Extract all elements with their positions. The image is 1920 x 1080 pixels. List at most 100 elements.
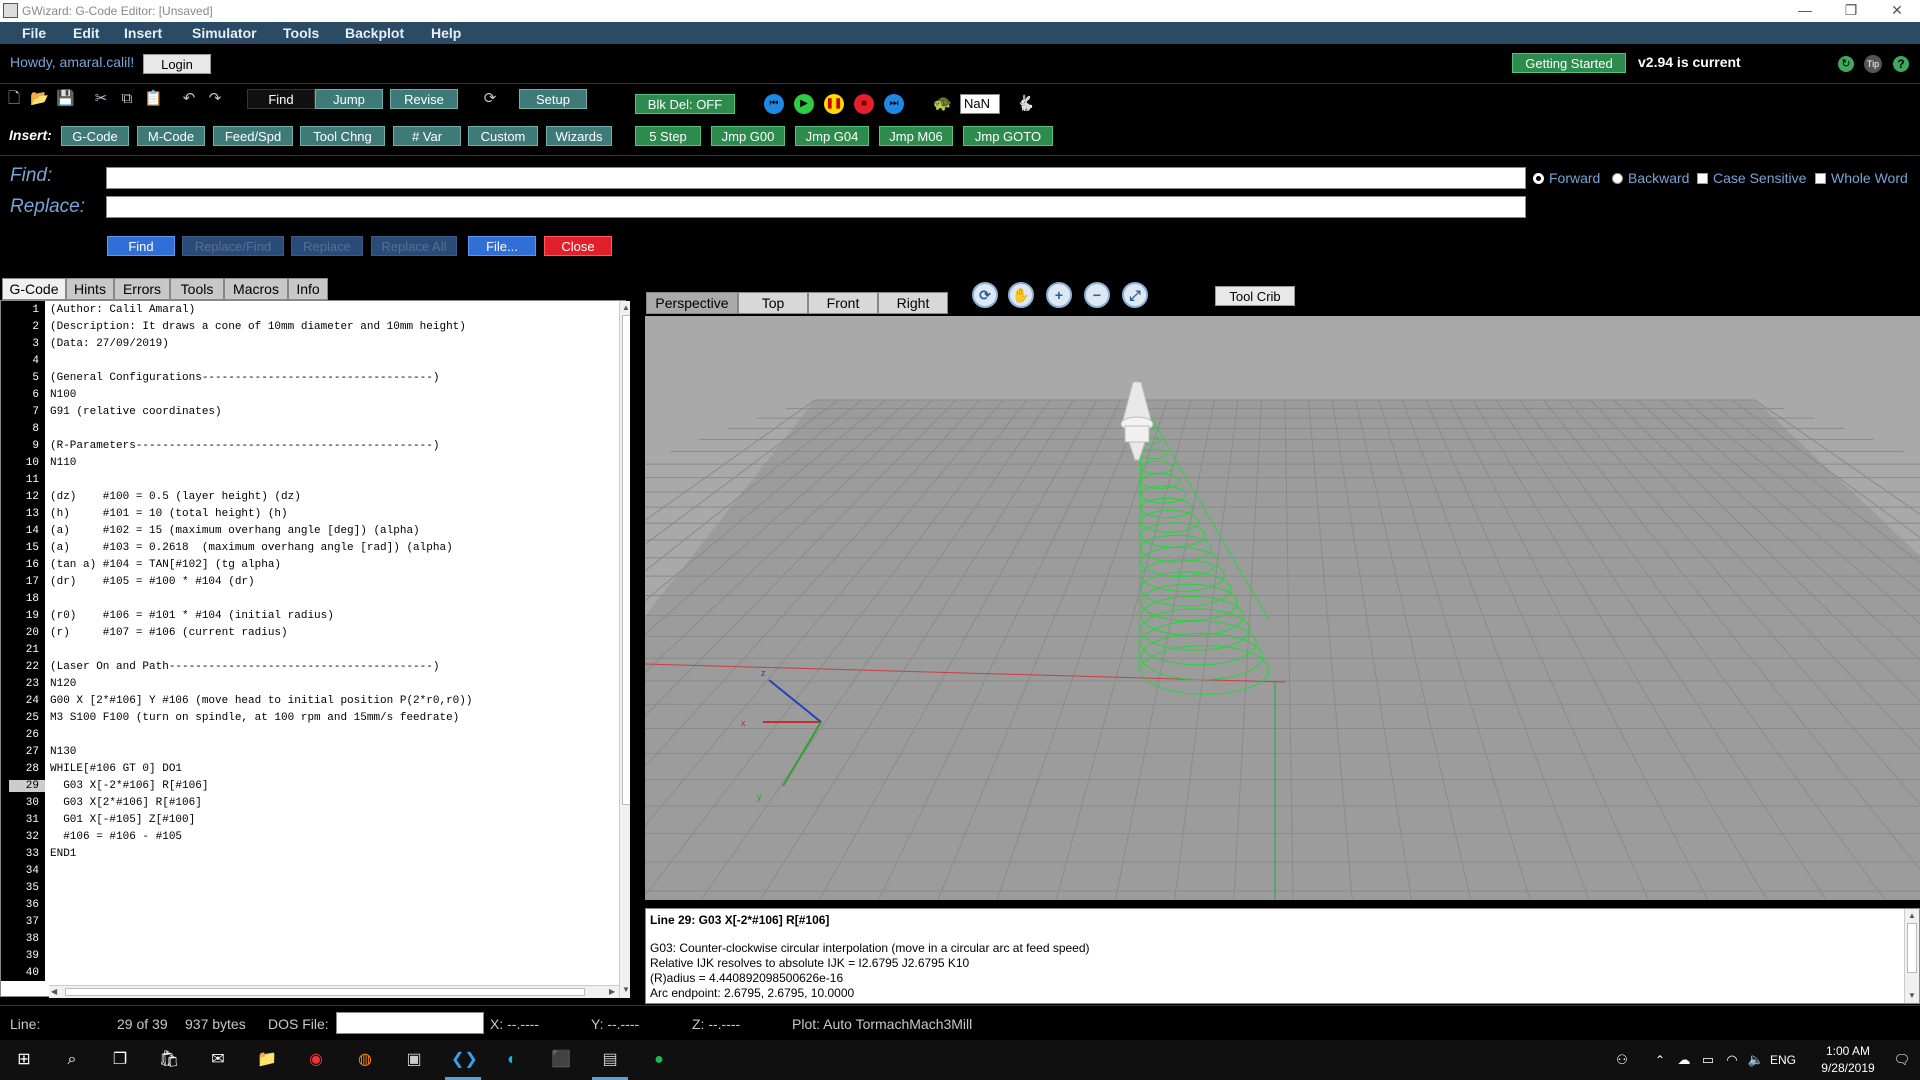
info-scrollbar[interactable]: ▲ ▼	[1904, 909, 1919, 1003]
slow-speed-icon[interactable]: 🐢	[933, 95, 952, 113]
stop-icon[interactable]: ■	[854, 94, 874, 114]
code-line[interactable]: (r) #107 = #106 (current radius)	[50, 627, 288, 639]
tab-gcode[interactable]: G-Code	[2, 278, 66, 300]
pause-icon[interactable]: ❚❚	[824, 94, 844, 114]
redo-icon[interactable]: ↷	[206, 90, 224, 108]
dos-file-input[interactable]	[336, 1012, 484, 1034]
tool-crib-button[interactable]: Tool Crib	[1215, 286, 1295, 306]
vscode-icon[interactable]: ❮❯	[451, 1048, 478, 1072]
language-indicator[interactable]: ENG	[1770, 1053, 1796, 1067]
mail-icon[interactable]: ✉	[206, 1048, 230, 1072]
scroll-right-arrow-icon[interactable]: ▶	[609, 987, 615, 996]
fast-speed-icon[interactable]: 🐇	[1016, 95, 1035, 113]
code-line[interactable]: (Data: 27/09/2019)	[50, 338, 169, 350]
chrome-icon[interactable]: ◉	[304, 1048, 328, 1072]
tab-info[interactable]: Info	[288, 278, 328, 300]
task-view-icon[interactable]: ❐	[108, 1048, 132, 1072]
jump-goto-button[interactable]: Jmp GOTO	[963, 126, 1053, 146]
menu-edit[interactable]: Edit	[73, 25, 99, 41]
menu-simulator[interactable]: Simulator	[192, 25, 257, 41]
step-forward-icon[interactable]: ⏭	[884, 94, 904, 114]
people-icon[interactable]: ⚇	[1610, 1048, 1634, 1072]
five-step-button[interactable]: 5 Step	[635, 126, 701, 146]
tab-front[interactable]: Front	[808, 292, 878, 314]
code-line[interactable]: (dz) #100 = 0.5 (layer height) (dz)	[50, 491, 301, 503]
pan-hand-icon[interactable]: ✋	[1008, 282, 1034, 308]
code-line[interactable]: (a) #103 = 0.2618 (maximum overhang angl…	[50, 542, 453, 554]
setup-button[interactable]: Setup	[519, 89, 587, 109]
code-line[interactable]: G01 X[-#105] Z[#100]	[50, 814, 195, 826]
code-line[interactable]: G03 X[2*#106] R[#106]	[50, 797, 202, 809]
forward-option[interactable]: Forward	[1533, 170, 1600, 186]
find-input[interactable]	[106, 167, 1526, 189]
insert-toolchange-button[interactable]: Tool Chng	[300, 126, 385, 146]
terminal-icon[interactable]: ▣	[402, 1048, 426, 1072]
tab-tools[interactable]: Tools	[170, 278, 224, 300]
menu-tools[interactable]: Tools	[283, 25, 319, 41]
close-find-button[interactable]: Close	[544, 236, 612, 256]
minimize-button[interactable]: —	[1782, 0, 1828, 22]
clock-time[interactable]: 1:00 AM	[1812, 1044, 1884, 1058]
tab-hints[interactable]: Hints	[66, 278, 114, 300]
code-line[interactable]: (Author: Calil Amaral)	[50, 304, 195, 316]
jump-tool-button[interactable]: Jump	[315, 89, 383, 109]
login-button[interactable]: Login	[143, 54, 211, 74]
code-line[interactable]: WHILE[#106 GT 0] DO1	[50, 763, 182, 775]
code-line[interactable]: (R-Parameters---------------------------…	[50, 440, 439, 452]
editor-horizontal-scrollbar[interactable]: ◀ ▶	[49, 985, 619, 998]
zoom-in-icon[interactable]: +	[1046, 282, 1072, 308]
code-line[interactable]: #106 = #106 - #105	[50, 831, 182, 843]
notifications-icon[interactable]: 🗨	[1890, 1048, 1914, 1072]
menu-file[interactable]: File	[22, 25, 46, 41]
code-line[interactable]: N120	[50, 678, 76, 690]
rewind-icon[interactable]: ⏮	[764, 94, 784, 114]
gwizard-taskbar-icon[interactable]: ▤	[598, 1048, 622, 1072]
tab-right[interactable]: Right	[878, 292, 948, 314]
cut-icon[interactable]: ✂	[92, 90, 110, 108]
play-icon[interactable]: ▶	[794, 94, 814, 114]
getting-started-button[interactable]: Getting Started	[1512, 53, 1626, 73]
firefox-icon[interactable]: ◍	[353, 1048, 377, 1072]
insert-wizards-button[interactable]: Wizards	[546, 126, 612, 146]
jump-g00-button[interactable]: Jmp G00	[711, 126, 785, 146]
code-line[interactable]: (dr) #105 = #100 * #104 (dr)	[50, 576, 255, 588]
save-icon[interactable]: 💾	[56, 90, 75, 108]
copy-icon[interactable]: ⧉	[118, 90, 136, 108]
whole-word-option[interactable]: Whole Word	[1815, 170, 1908, 186]
code-line[interactable]: N110	[50, 457, 76, 469]
code-line[interactable]: M3 S100 F100 (turn on spindle, at 100 rp…	[50, 712, 459, 724]
info-scroll-up-icon[interactable]: ▲	[1908, 911, 1916, 920]
onedrive-icon[interactable]: ☁	[1672, 1048, 1696, 1072]
forward-radio[interactable]	[1533, 173, 1544, 184]
block-delete-toggle[interactable]: Blk Del: OFF	[635, 94, 735, 114]
whole-word-checkbox[interactable]	[1815, 173, 1826, 184]
tab-errors[interactable]: Errors	[114, 278, 170, 300]
panel-splitter[interactable]	[630, 278, 644, 1006]
find-button[interactable]: Find	[107, 236, 175, 256]
menu-insert[interactable]: Insert	[124, 25, 162, 41]
refresh-icon[interactable]: ⟳	[481, 90, 499, 108]
wifi-icon[interactable]: ◠	[1720, 1048, 1744, 1072]
code-line[interactable]: N130	[50, 746, 76, 758]
tab-top[interactable]: Top	[738, 292, 808, 314]
code-line[interactable]: (Laser On and Path----------------------…	[50, 661, 439, 673]
backward-radio[interactable]	[1612, 173, 1623, 184]
code-line[interactable]: (Description: It draws a cone of 10mm di…	[50, 321, 466, 333]
clock-date[interactable]: 9/28/2019	[1812, 1061, 1884, 1075]
jump-g04-button[interactable]: Jmp G04	[795, 126, 869, 146]
insert-feedspd-button[interactable]: Feed/Spd	[213, 126, 293, 146]
code-line[interactable]: G91 (relative coordinates)	[50, 406, 222, 418]
info-scroll-thumb[interactable]	[1907, 923, 1917, 973]
code-line[interactable]: (h) #101 = 10 (total height) (h)	[50, 508, 288, 520]
tray-chevron-icon[interactable]: ⌃	[1648, 1048, 1672, 1072]
speed-input[interactable]: NaN	[960, 94, 1000, 114]
new-file-icon[interactable]: 🗋	[5, 90, 23, 108]
scroll-left-arrow-icon[interactable]: ◀	[51, 987, 57, 996]
backward-option[interactable]: Backward	[1612, 170, 1689, 186]
tip-icon[interactable]: Tip	[1864, 55, 1882, 73]
menu-backplot[interactable]: Backplot	[345, 25, 404, 41]
replace-all-button[interactable]: Replace All	[371, 236, 457, 256]
backplot-viewport[interactable]: x z y	[645, 316, 1920, 900]
undo-icon[interactable]: ↶	[180, 90, 198, 108]
file-explorer-icon[interactable]: 📁	[255, 1048, 279, 1072]
